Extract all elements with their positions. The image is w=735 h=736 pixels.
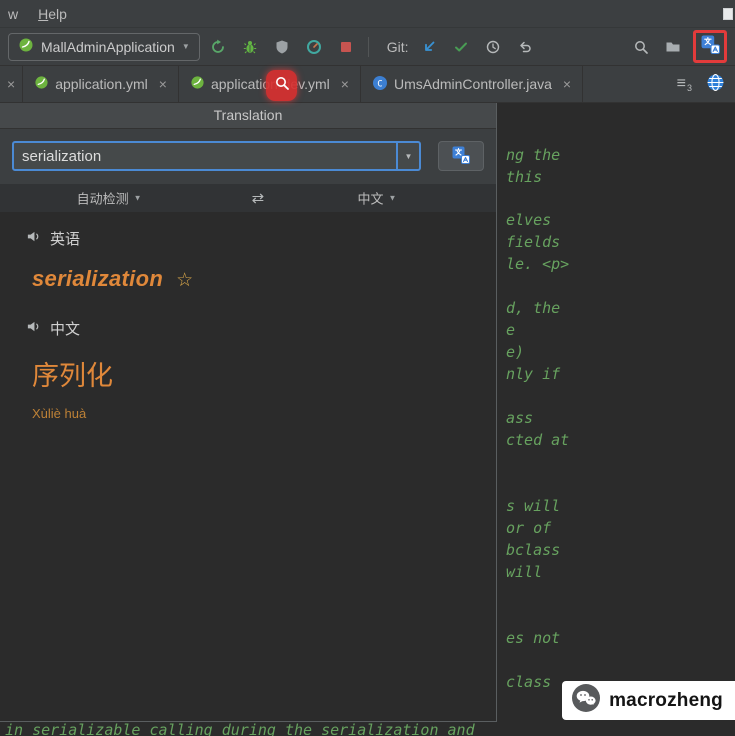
window-control-fragment[interactable] bbox=[723, 7, 733, 20]
svg-text:C: C bbox=[377, 79, 382, 89]
chevron-down-icon: ▼ bbox=[133, 193, 142, 203]
menu-item-window-fragment[interactable]: w bbox=[8, 6, 18, 22]
google-translate-icon bbox=[452, 146, 470, 167]
hidden-tabs-count: 3 bbox=[686, 83, 692, 93]
yaml-file-icon bbox=[34, 75, 49, 93]
wechat-icon bbox=[571, 683, 601, 718]
source-language-name: 英语 bbox=[50, 231, 81, 248]
editor-tab-bar: × application.yml × application-dev.yml … bbox=[0, 66, 735, 103]
translation-popup: Translation ▼ 自动检测 ▼ ⇄ 中文 ▼ bbox=[0, 103, 497, 722]
code-fragment: class bbox=[506, 673, 552, 691]
tab-umsadmincontroller-java[interactable]: C UmsAdminController.java × bbox=[361, 66, 584, 102]
code-fragment: le. <p> bbox=[506, 255, 570, 273]
chevron-down-icon: ▼ bbox=[388, 193, 397, 203]
hidden-tabs-icon: ≡ bbox=[676, 75, 686, 92]
source-language-select[interactable]: 自动检测 ▼ bbox=[77, 189, 142, 208]
run-configuration-select[interactable]: MallAdminApplication ▼ bbox=[8, 32, 200, 61]
spring-boot-icon bbox=[18, 37, 34, 56]
tab-label: UmsAdminController.java bbox=[393, 76, 552, 92]
speaker-icon[interactable] bbox=[26, 229, 41, 248]
toolbar-separator bbox=[367, 36, 369, 57]
menu-bar: w Help bbox=[0, 0, 735, 28]
editor-pane[interactable]: ng the this elves fields le. <p> d, the e e) nly… bbox=[497, 103, 735, 736]
code-fragment: d, the bbox=[506, 299, 561, 317]
annotation-red-box bbox=[693, 30, 727, 63]
source-language-label: 自动检测 bbox=[76, 191, 129, 207]
git-label: Git: bbox=[386, 38, 409, 55]
close-icon[interactable]: × bbox=[341, 76, 349, 92]
profiler-button[interactable] bbox=[300, 33, 328, 61]
close-icon[interactable]: × bbox=[159, 76, 167, 92]
code-fragment: ass bbox=[506, 409, 534, 427]
search-everywhere-button[interactable] bbox=[627, 33, 655, 61]
code-fragment: will bbox=[506, 563, 543, 581]
code-fragment: or of bbox=[506, 519, 552, 537]
code-fragment: elves bbox=[506, 211, 552, 229]
watermark: macrozheng bbox=[562, 681, 735, 720]
tab-bar-right-group: ≡ 3 bbox=[677, 66, 735, 102]
application-window: w Help MallAdminApplication ▼ Git: × app… bbox=[0, 0, 735, 736]
watermark-text: macrozheng bbox=[609, 689, 723, 711]
git-update-button[interactable] bbox=[415, 33, 443, 61]
tab-application-yml[interactable]: application.yml × bbox=[23, 66, 179, 102]
magnifier-icon bbox=[274, 75, 290, 96]
code-fragment: cted at bbox=[506, 431, 570, 449]
locate-file-button[interactable] bbox=[659, 33, 687, 61]
translation-results: 英语 serialization ☆ 中文 序列化 Xùliè huà bbox=[0, 212, 496, 721]
speaker-icon[interactable] bbox=[26, 319, 41, 338]
target-language-row: 中文 bbox=[26, 318, 496, 339]
editor-bottom-line: in serializable calling during the seria… bbox=[0, 722, 735, 736]
code-fragment: s will bbox=[506, 497, 561, 515]
coverage-button[interactable] bbox=[268, 33, 296, 61]
tab-close-fragment[interactable]: × bbox=[0, 66, 24, 102]
close-icon[interactable]: × bbox=[563, 76, 571, 92]
language-bar: 自动检测 ▼ ⇄ 中文 ▼ bbox=[0, 184, 496, 212]
translate-button[interactable] bbox=[438, 141, 484, 171]
main-toolbar: MallAdminApplication ▼ Git: bbox=[0, 28, 735, 66]
history-button[interactable] bbox=[479, 33, 507, 61]
input-history-dropdown[interactable]: ▼ bbox=[396, 143, 419, 169]
code-fragment: ng the bbox=[506, 146, 561, 164]
git-commit-button[interactable] bbox=[447, 33, 475, 61]
stop-button[interactable] bbox=[332, 33, 360, 61]
code-fragment: fields bbox=[506, 233, 561, 251]
source-text: serialization ☆ bbox=[32, 266, 496, 292]
translation-globe-icon[interactable] bbox=[706, 73, 725, 95]
code-fragment: e) bbox=[506, 343, 525, 361]
source-word: serialization bbox=[32, 266, 164, 291]
debug-button[interactable] bbox=[236, 33, 264, 61]
hidden-tabs-button[interactable]: ≡ 3 bbox=[677, 75, 692, 93]
popup-input-row: ▼ bbox=[0, 129, 496, 184]
translation-input-combo: ▼ bbox=[12, 141, 421, 171]
rollback-button[interactable] bbox=[511, 33, 539, 61]
code-fragment: this bbox=[506, 168, 543, 186]
translate-plugin-button[interactable] bbox=[701, 35, 720, 59]
code-fragment: bclass bbox=[506, 541, 561, 559]
target-language-label: 中文 bbox=[357, 191, 384, 207]
run-config-name: MallAdminApplication bbox=[41, 38, 175, 55]
annotation-red-circle bbox=[266, 70, 297, 101]
java-class-icon: C bbox=[372, 75, 388, 94]
popup-title[interactable]: Translation bbox=[0, 103, 496, 129]
target-language-select[interactable]: 中文 ▼ bbox=[357, 189, 396, 208]
swap-languages-button[interactable]: ⇄ bbox=[252, 189, 265, 207]
run-button[interactable] bbox=[204, 33, 232, 61]
code-fragment: nly if bbox=[506, 365, 561, 383]
target-language-name: 中文 bbox=[50, 321, 81, 338]
chevron-down-icon: ▼ bbox=[181, 42, 190, 51]
translation-input[interactable] bbox=[14, 143, 396, 169]
tab-label: application.yml bbox=[55, 76, 148, 92]
menu-item-help[interactable]: Help bbox=[38, 6, 67, 22]
code-fragment: e bbox=[506, 321, 516, 339]
source-language-row: 英语 bbox=[26, 228, 496, 249]
favorite-star-icon[interactable]: ☆ bbox=[176, 270, 193, 291]
code-fragment: es not bbox=[506, 629, 561, 647]
toolbar-right-group bbox=[623, 30, 727, 63]
target-text: 序列化 bbox=[32, 361, 113, 391]
yaml-file-icon bbox=[190, 75, 205, 93]
target-phonetic: Xùliè huà bbox=[32, 406, 87, 421]
